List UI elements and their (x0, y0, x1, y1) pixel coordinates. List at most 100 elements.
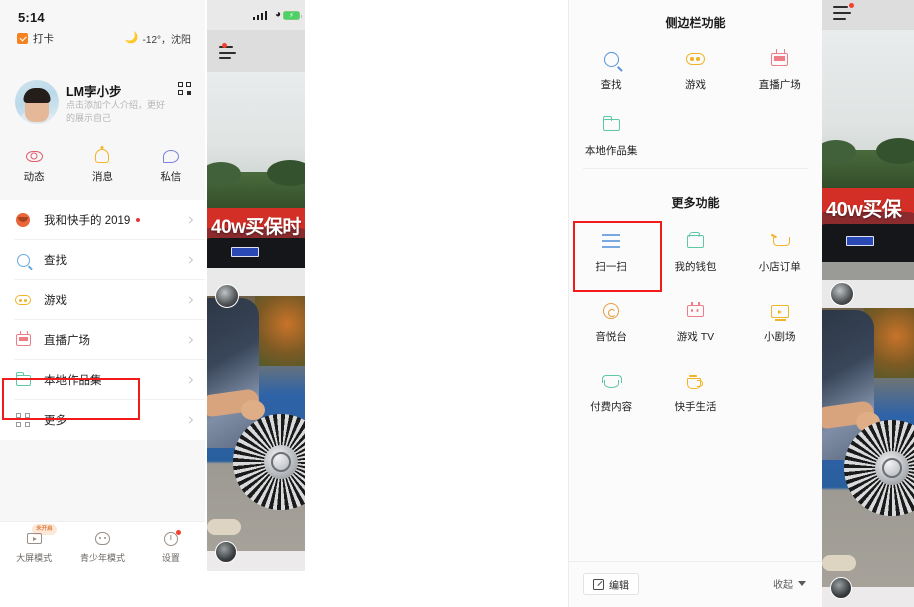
sidebar-item-search-label: 查找 (44, 255, 67, 267)
caret-down-icon (798, 581, 806, 586)
grid-item-paid-content[interactable]: 付费内容 (569, 344, 653, 414)
edit-button-label: 编辑 (609, 580, 629, 592)
video-banner-text: 40w买保时 (211, 217, 301, 238)
action-sixin[interactable]: 私信 (137, 146, 205, 192)
video-thumbnail-avatar[interactable] (215, 284, 239, 308)
chevron-right-icon (185, 336, 194, 344)
grid-item-live[interactable]: 直播广场 (738, 44, 822, 92)
grid-item-local-works-label: 本地作品集 (584, 145, 638, 157)
profile-username: LM孛小步 (66, 85, 122, 99)
grid-item-search[interactable]: 查找 (569, 44, 653, 92)
collapse-button[interactable]: 收起 (773, 576, 806, 591)
edit-button[interactable]: 编辑 (583, 573, 639, 595)
sidebar-item-live[interactable]: 直播广场 (0, 320, 205, 360)
profile-actions: 动态 消息 私信 (0, 146, 205, 192)
grid-more-icon (16, 413, 30, 427)
section-divider (583, 168, 808, 169)
video-thumbnail-avatar-2[interactable] (215, 541, 237, 563)
weather-widget[interactable]: 🌙 -12°，沈阳 (124, 31, 191, 47)
sidebar-item-live-label: 直播广场 (44, 335, 90, 347)
action-sixin-label: 私信 (160, 171, 182, 183)
grid-item-game[interactable]: 游戏 (653, 44, 737, 92)
eye-icon (25, 150, 43, 162)
expanded-sidebar-panel: 侧边栏功能 查找 游戏 直播广场 本地作品集 更多功能 扫一扫 我的钱包 小店订… (568, 0, 822, 607)
grid-item-game-tv[interactable]: 游戏 TV (653, 274, 737, 344)
action-dongtai[interactable]: 动态 (0, 146, 68, 192)
hamburger-menu-icon[interactable] (219, 46, 236, 63)
sidebar-item-local-works-label: 本地作品集 (44, 375, 102, 387)
chevron-right-icon (185, 296, 194, 304)
sidebar-item-2019[interactable]: 我和快手的 2019 (0, 200, 205, 240)
avatar-hair (23, 88, 51, 103)
new-dot-badge (136, 218, 141, 222)
more-functions-grid: 扫一扫 我的钱包 小店订单 音悦台 游戏 TV 小剧场 付费内容 快手生活 (569, 226, 822, 414)
grid-item-paid-content-label: 付费内容 (590, 401, 633, 413)
grid-item-shop-orders[interactable]: 小店订单 (738, 226, 822, 274)
weather-label: -12°，沈阳 (142, 35, 191, 46)
sidebar-item-local-works[interactable]: 本地作品集 (0, 360, 205, 400)
checkin-label: 打卡 (33, 33, 54, 45)
bottom-item-teen-mode[interactable]: 青少年模式 (68, 521, 136, 571)
checkin-weather-row: 打卡 🌙 -12°，沈阳 (0, 31, 205, 53)
scene-trees (822, 138, 914, 192)
kuaishou-2019-icon (16, 213, 30, 227)
section-title-more-functions: 更多功能 (671, 196, 720, 210)
grid-item-wallet-label: 我的钱包 (674, 261, 717, 273)
moon-icon: 🌙 (124, 32, 139, 44)
grid-item-music-label: 音悦台 (595, 331, 627, 343)
search-icon (16, 253, 30, 267)
video-thumbnail-avatar-2[interactable] (830, 577, 852, 599)
video-scene-wheel (822, 308, 914, 607)
menu-dot-badge (222, 43, 227, 48)
grid-item-stage[interactable]: 小剧场 (738, 274, 822, 344)
video-thumbnail-avatar[interactable] (830, 282, 854, 306)
grid-item-wallet[interactable]: 我的钱包 (653, 226, 737, 274)
bottom-item-settings-label: 设置 (161, 553, 180, 563)
status-bar: 5:14 (0, 0, 205, 32)
video-preview-strip-left[interactable]: ◕ ⚡ 40w买保时 (207, 0, 305, 571)
game-icon (685, 53, 705, 65)
stage-icon (770, 304, 789, 321)
profile-bio[interactable]: 点击添加个人介绍，更好的展示自己 (66, 99, 166, 125)
scene2-shoe (207, 519, 241, 535)
sidebar-item-game[interactable]: 游戏 (0, 280, 205, 320)
grid-item-music[interactable]: 音悦台 (569, 274, 653, 344)
sidebar-item-more[interactable]: 更多 (0, 400, 205, 440)
grid-item-life[interactable]: 快手生活 (653, 344, 737, 414)
video-preview-strip-right[interactable]: 40w买保 (822, 0, 914, 607)
section-title-sidebar-functions: 侧边栏功能 (665, 16, 726, 30)
video-scene-wheel (207, 296, 305, 571)
scene-license-plate (846, 236, 874, 246)
bottom-item-tv-mode[interactable]: 未开启 大屏模式 (0, 521, 68, 571)
avatar[interactable] (15, 80, 59, 124)
scene2-wheel-hub (264, 445, 298, 479)
action-xiaoxi[interactable]: 消息 (68, 146, 136, 192)
settings-dot-badge (175, 530, 181, 535)
teen-mode-icon (94, 532, 110, 545)
grid-item-game-tv-label: 游戏 TV (676, 331, 715, 343)
scene-ground (822, 262, 914, 280)
battery-icon: ⚡ (283, 11, 302, 20)
scene2-foliage (255, 296, 305, 366)
grid-item-scan[interactable]: 扫一扫 (569, 226, 653, 274)
qr-code-icon[interactable] (178, 82, 191, 95)
sidebar-item-game-label: 游戏 (44, 295, 67, 307)
checkin-button[interactable]: 打卡 (17, 31, 54, 46)
scene2-shoe (822, 555, 856, 571)
checkin-icon (17, 33, 28, 44)
folder-icon (15, 372, 31, 386)
search-icon (603, 51, 619, 67)
hamburger-menu-icon[interactable] (833, 6, 851, 24)
grid-item-local-works[interactable]: 本地作品集 (569, 92, 653, 158)
sidebar-item-search[interactable]: 查找 (0, 240, 205, 280)
video-banner-text: 40w买保 (826, 199, 902, 221)
bell-icon (95, 149, 110, 163)
chevron-right-icon (185, 376, 194, 384)
bottom-item-settings[interactable]: 设置 (137, 521, 205, 571)
grid-item-live-label: 直播广场 (758, 79, 801, 91)
panel-bottom-bar: 编辑 收起 (569, 561, 822, 607)
cart-icon (771, 235, 790, 248)
signal-icon (252, 11, 267, 20)
video-scene-car: 40w买保时 (207, 72, 305, 268)
profile-header[interactable]: LM孛小步 点击添加个人介绍，更好的展示自己 (0, 78, 205, 140)
